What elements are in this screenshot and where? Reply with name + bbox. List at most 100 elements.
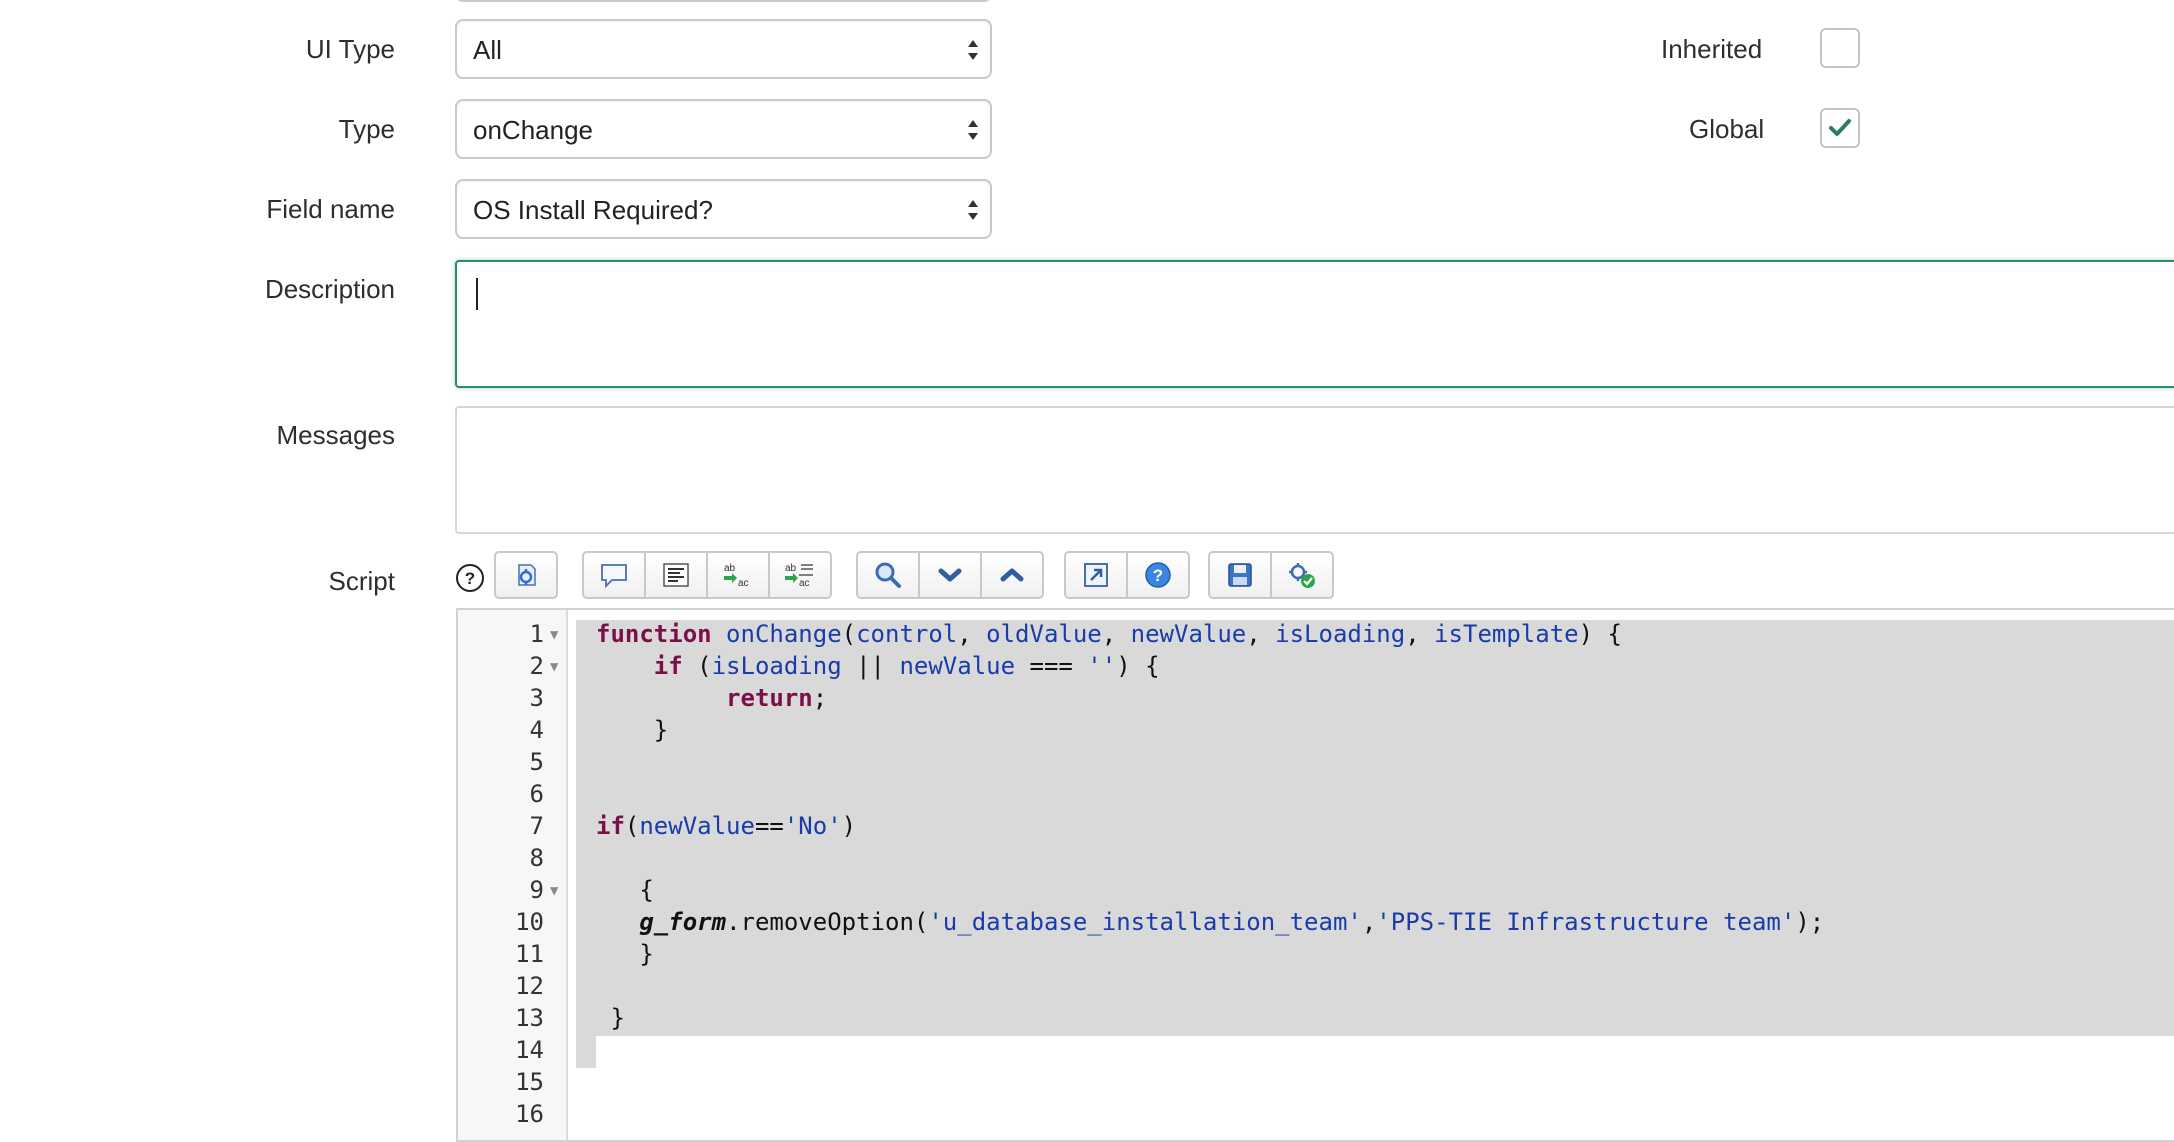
syntax-check-icon bbox=[1289, 563, 1315, 588]
line-number: 14 bbox=[515, 1036, 544, 1064]
indent-token bbox=[596, 652, 654, 680]
comment-button[interactable] bbox=[582, 551, 646, 599]
global-label: Global bbox=[1689, 114, 1765, 144]
code-line-4: } bbox=[596, 716, 669, 744]
identifier-token: control bbox=[856, 620, 958, 648]
help-icon[interactable]: ? bbox=[455, 563, 485, 593]
save-icon bbox=[1228, 563, 1252, 587]
script-include-button[interactable] bbox=[494, 551, 558, 599]
replace-button[interactable]: ab ac bbox=[706, 551, 770, 599]
line-number: 3 bbox=[529, 684, 544, 712]
replace-icon: ab ac bbox=[724, 563, 749, 589]
fold-toggle-icon[interactable]: ▼ bbox=[550, 618, 558, 650]
string-token: '' bbox=[1087, 652, 1117, 680]
line-number: 10 bbox=[515, 908, 544, 936]
svg-text:ab: ab bbox=[724, 563, 736, 574]
svg-text:ac: ac bbox=[738, 578, 749, 589]
punctuation-token: ( bbox=[624, 812, 640, 840]
line-number: 6 bbox=[529, 780, 544, 808]
indent-token bbox=[596, 908, 639, 936]
punctuation-token: ( bbox=[841, 620, 857, 648]
previous-field-stub bbox=[455, 0, 992, 2]
identifier-token: isTemplate bbox=[1434, 620, 1579, 648]
comment-icon bbox=[601, 564, 627, 589]
ui-type-select[interactable]: All bbox=[455, 19, 992, 79]
line-number: 5 bbox=[529, 748, 544, 776]
code-line-9: { bbox=[596, 876, 654, 904]
select-arrows-icon bbox=[968, 120, 978, 140]
global-checkbox[interactable] bbox=[1820, 108, 1860, 148]
select-arrows-icon bbox=[968, 200, 978, 220]
save-button[interactable] bbox=[1208, 551, 1272, 599]
line-number: 16 bbox=[515, 1100, 544, 1128]
inherited-label: Inherited bbox=[1661, 34, 1763, 64]
code-line-1: function onChange(control, oldValue, new… bbox=[596, 618, 1622, 650]
svg-text:?: ? bbox=[1153, 566, 1163, 585]
operator-token: == bbox=[754, 812, 784, 840]
ui-type-label: UI Type bbox=[305, 34, 395, 64]
code-line-11: } bbox=[596, 940, 654, 968]
punctuation-token: , bbox=[1246, 620, 1276, 648]
punctuation-token: ) { bbox=[1578, 620, 1622, 648]
punctuation-token: , bbox=[1361, 908, 1377, 936]
field-name-select[interactable]: OS Install Required? bbox=[455, 179, 992, 239]
description-textarea[interactable] bbox=[455, 260, 2174, 388]
script-include-icon bbox=[518, 564, 536, 586]
identifier-token: newValue bbox=[639, 812, 755, 840]
type-label: Type bbox=[338, 114, 395, 144]
string-token: 'No' bbox=[783, 812, 842, 840]
code-line-7: if(newValue=='No') bbox=[596, 810, 856, 842]
fold-toggle-icon[interactable]: ▼ bbox=[550, 650, 558, 682]
line-number: 8 bbox=[529, 844, 544, 872]
identifier-token: newValue bbox=[899, 652, 1016, 680]
search-button[interactable] bbox=[856, 551, 920, 599]
ui-type-value: All bbox=[473, 35, 502, 65]
inherited-checkbox[interactable] bbox=[1820, 28, 1860, 68]
format-code-button[interactable] bbox=[644, 551, 708, 599]
toolbar-group-save bbox=[1208, 551, 1334, 599]
description-label: Description bbox=[264, 274, 395, 304]
keyword-token: return bbox=[726, 684, 813, 712]
indent-token bbox=[596, 684, 726, 712]
fullscreen-button[interactable] bbox=[1064, 551, 1128, 599]
fold-toggle-icon[interactable]: ▼ bbox=[550, 874, 558, 906]
toolbar-group-search bbox=[856, 551, 1044, 599]
text-selection-tail bbox=[576, 1036, 596, 1068]
code-line-2: if (isLoading || newValue === '') { bbox=[596, 650, 1160, 682]
messages-textarea[interactable] bbox=[455, 406, 2174, 534]
line-number: 15 bbox=[515, 1068, 544, 1096]
code-line-13: } bbox=[596, 1004, 625, 1032]
line-number: 9 bbox=[529, 876, 544, 904]
global-object-token: g_form bbox=[639, 908, 727, 936]
text-caret bbox=[476, 278, 478, 310]
script-label: Script bbox=[328, 566, 395, 596]
field-name-label: Field name bbox=[266, 194, 395, 224]
punctuation-token: , bbox=[1101, 620, 1131, 648]
identifier-token: oldValue bbox=[986, 620, 1102, 648]
keyword-token: if bbox=[653, 652, 683, 680]
toolbar-group-format: ab ac ab ac bbox=[582, 551, 832, 599]
syntax-check-button[interactable] bbox=[1270, 551, 1334, 599]
identifier-token: newValue bbox=[1130, 620, 1247, 648]
previous-match-button[interactable] bbox=[980, 551, 1044, 599]
select-arrows-icon bbox=[968, 40, 978, 60]
messages-label: Messages bbox=[276, 420, 396, 450]
punctuation-token: , bbox=[1405, 620, 1435, 648]
operator-token: || bbox=[841, 652, 900, 680]
next-match-button[interactable] bbox=[918, 551, 982, 599]
line-number: 7 bbox=[529, 812, 544, 840]
svg-text:ab: ab bbox=[785, 563, 797, 574]
identifier-token: isLoading bbox=[1275, 620, 1406, 648]
punctuation-token: ); bbox=[1795, 908, 1825, 936]
replace-all-button[interactable]: ab ac bbox=[768, 551, 832, 599]
type-select[interactable]: onChange bbox=[455, 99, 992, 159]
string-token: 'u_database_installation_team' bbox=[928, 908, 1362, 936]
svg-text:?: ? bbox=[465, 569, 475, 588]
method-token: .removeOption( bbox=[726, 908, 929, 936]
line-number: 2 bbox=[529, 652, 544, 680]
script-editor[interactable]: 1 2 3 4 5 6 7 8 9 10 11 12 13 14 15 16 ▼… bbox=[456, 608, 2174, 1142]
search-icon bbox=[875, 562, 901, 588]
keyword-token: if bbox=[596, 812, 625, 840]
editor-help-button[interactable]: ? bbox=[1126, 551, 1190, 599]
punctuation-token: ) { bbox=[1116, 652, 1160, 680]
